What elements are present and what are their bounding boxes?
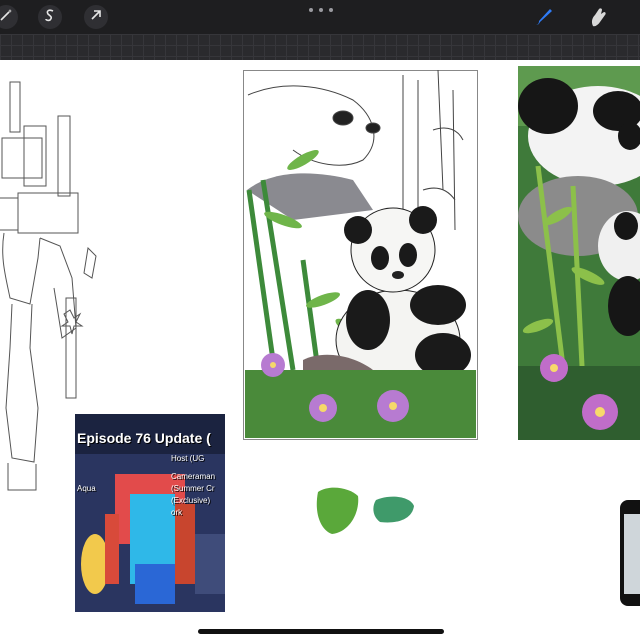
selection-button[interactable] <box>38 5 62 29</box>
top-toolbar <box>0 0 640 34</box>
canvas-grid-strip <box>0 34 640 60</box>
game-episode-title: Episode 76 Update ( <box>77 430 211 446</box>
game-list-item: Host (UG <box>171 454 205 463</box>
game-list-item: (Summer Cr <box>171 484 215 493</box>
transform-arrow-icon <box>89 8 103 27</box>
game-list-item: Cameraman <box>171 472 216 481</box>
color-swatches <box>316 487 414 534</box>
home-indicator[interactable] <box>198 629 444 634</box>
game-list-item: ork <box>171 508 183 517</box>
magic-wand-icon <box>0 8 13 27</box>
game-screenshot-image: Episode 76 Update ( Host (UG Cameraman A… <box>75 414 225 612</box>
more-dots-icon <box>309 8 313 12</box>
panda-reference-image <box>243 70 478 440</box>
more-options-button[interactable] <box>309 5 333 15</box>
reference-thumbnail[interactable] <box>620 500 640 606</box>
magic-wand-button[interactable] <box>0 5 18 29</box>
smudge-tool-button[interactable] <box>587 6 609 28</box>
selection-s-icon <box>43 8 57 27</box>
panda-painting-image <box>518 66 640 440</box>
game-list-item: Aqua <box>77 484 96 493</box>
smudge-icon <box>591 8 606 27</box>
transform-button[interactable] <box>84 5 108 29</box>
brush-icon <box>536 9 552 25</box>
game-list-item: (Exclusive) <box>171 496 211 505</box>
brush-tool-button[interactable] <box>532 6 554 28</box>
